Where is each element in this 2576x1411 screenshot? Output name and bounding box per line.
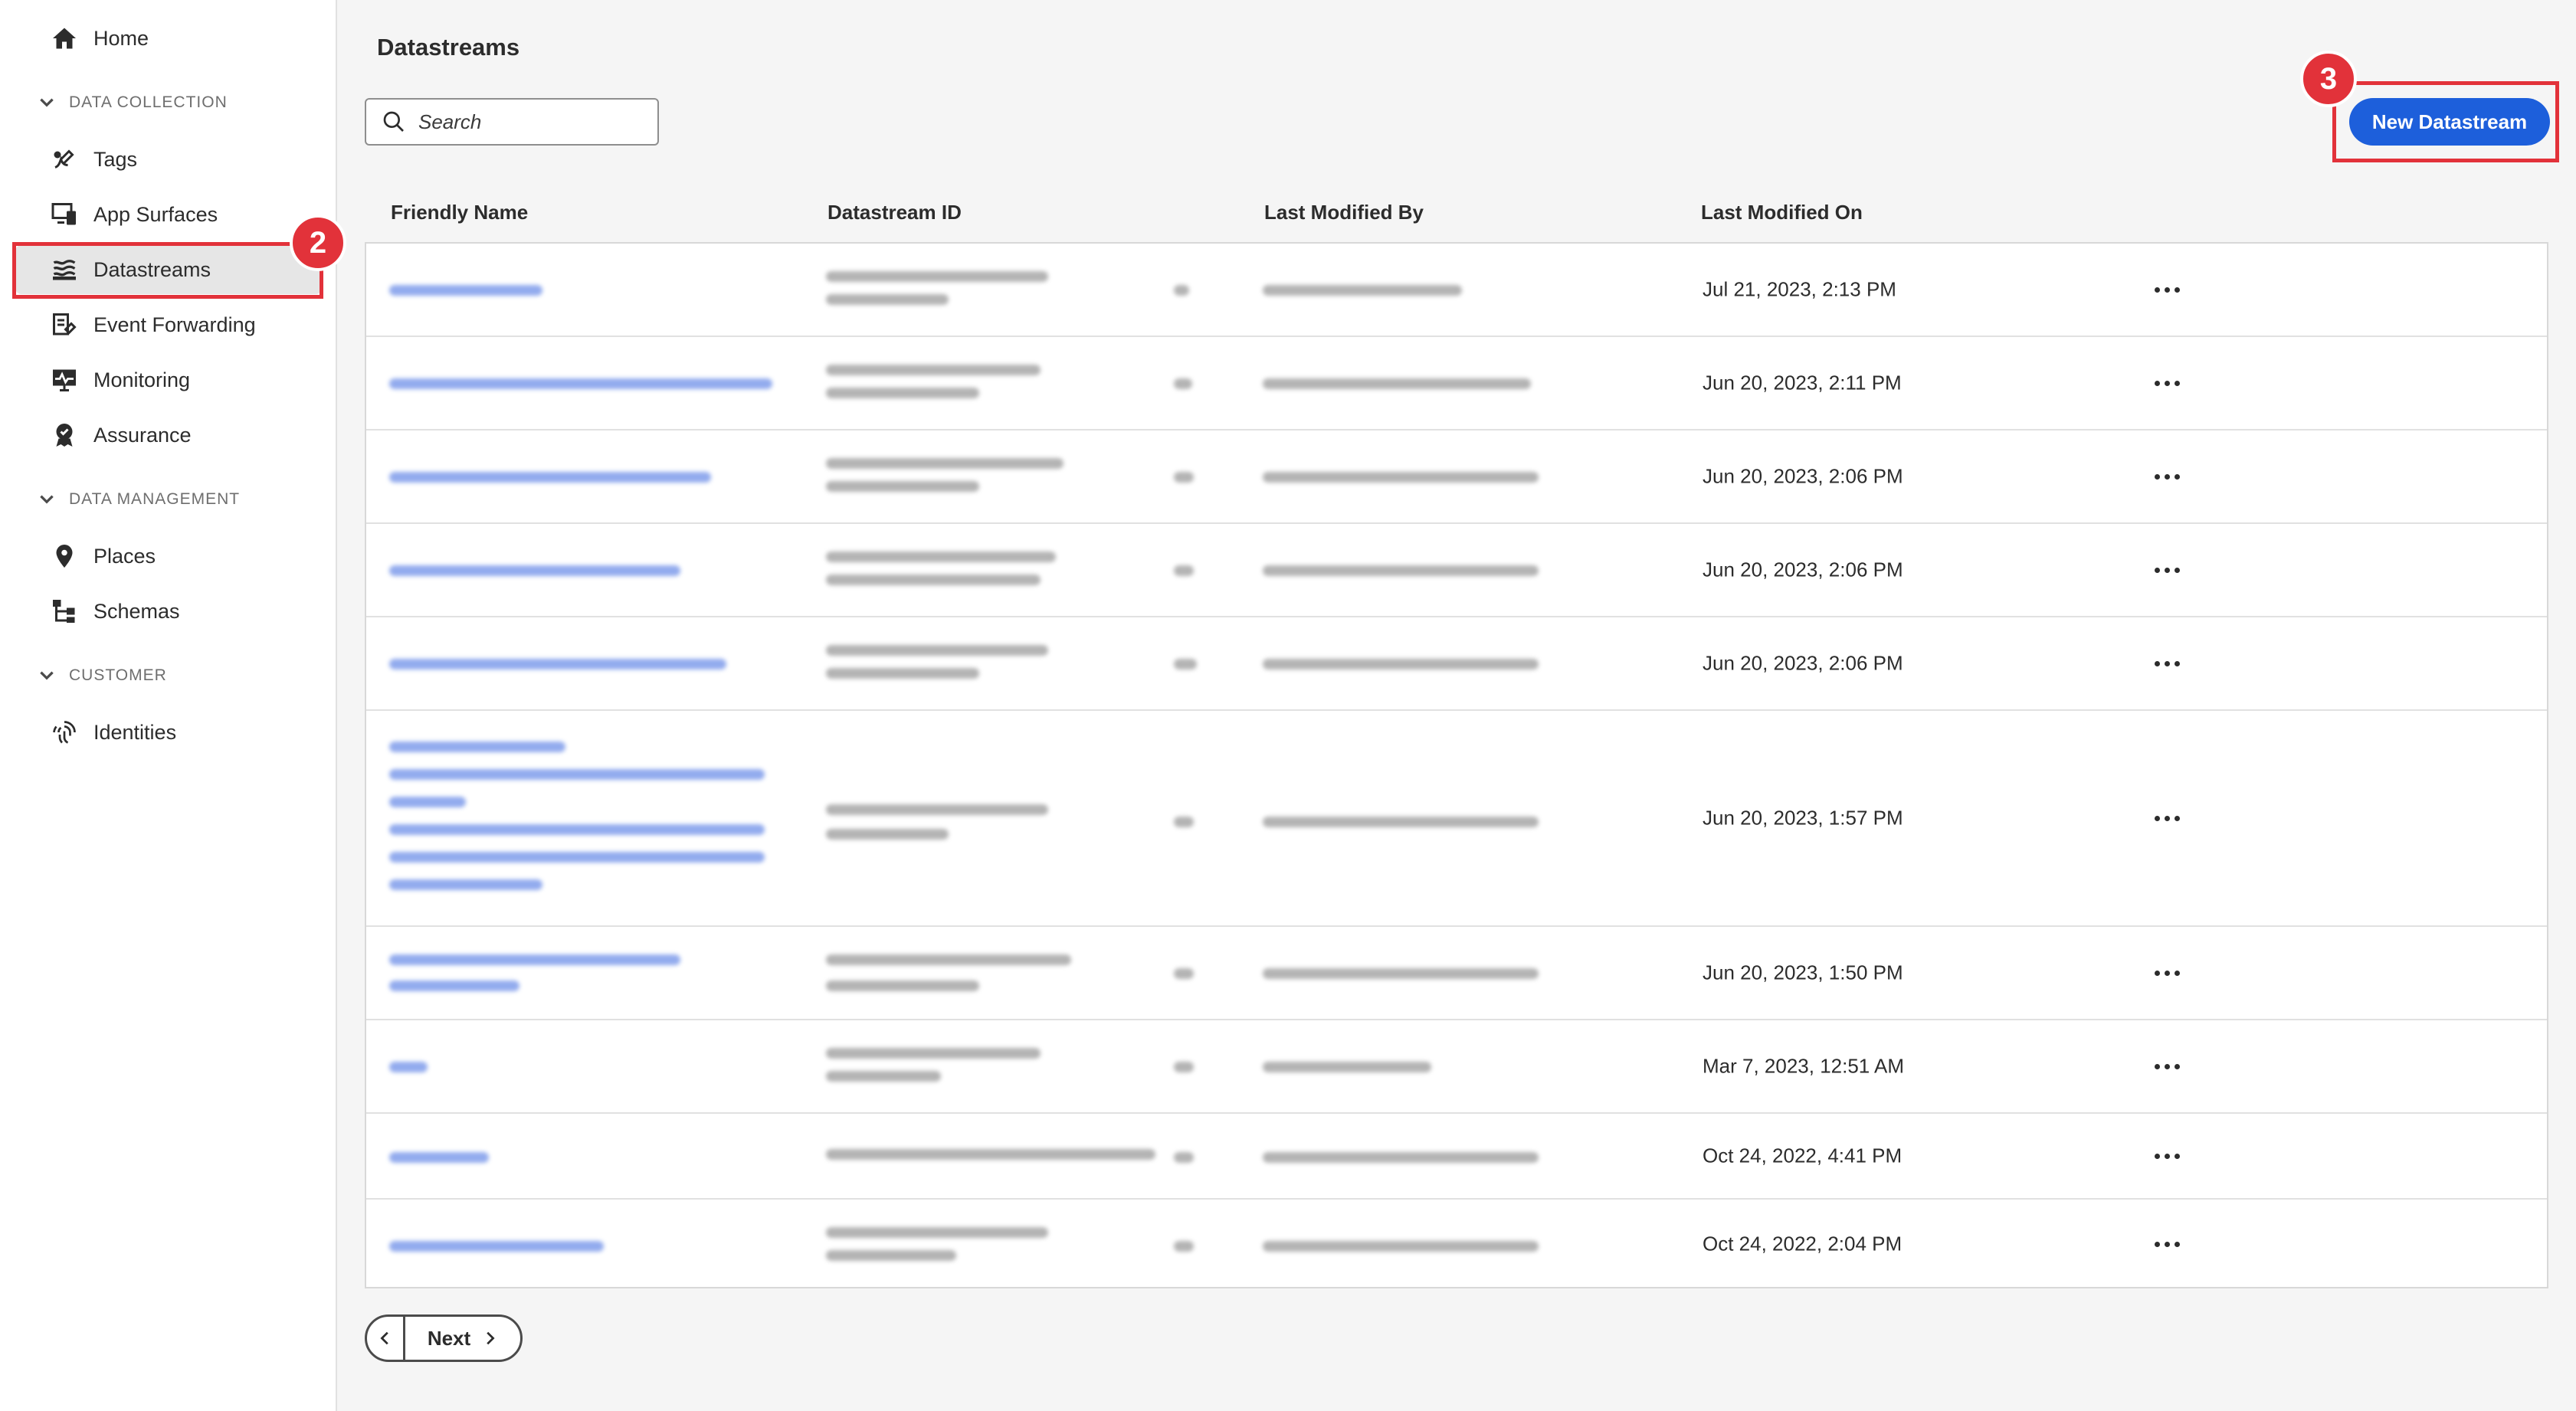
search-field[interactable] (365, 98, 659, 146)
chevron-down-icon (40, 671, 54, 680)
more-actions-button[interactable] (2144, 1229, 2190, 1259)
tag-icon (49, 144, 80, 175)
section-data-management-label: DATA MANAGEMENT (69, 490, 241, 508)
home-icon (49, 23, 80, 54)
device-icon (49, 199, 80, 230)
column-last-modified-on[interactable]: Last Modified On (1701, 201, 1863, 224)
chevron-right-icon (487, 1331, 495, 1345)
more-actions-button[interactable] (2144, 368, 2190, 398)
sidebar-item-places-label: Places (93, 544, 156, 568)
modified-on-cell: Jun 20, 2023, 2:06 PM (1703, 464, 1903, 488)
sidebar-item-event-forwarding[interactable]: Event Forwarding (15, 300, 322, 349)
table-row[interactable]: Oct 24, 2022, 4:41 PM (366, 1114, 2547, 1200)
section-data-collection[interactable]: DATA COLLECTION (37, 87, 228, 118)
sidebar-item-schemas-label: Schemas (93, 599, 180, 623)
page-title: Datastreams (377, 34, 520, 61)
column-datastream-id[interactable]: Datastream ID (828, 201, 962, 224)
previous-page-button[interactable] (367, 1317, 405, 1360)
modified-on-cell: Mar 7, 2023, 12:51 AM (1703, 1054, 1905, 1078)
badge-icon (49, 420, 80, 450)
search-icon (383, 111, 404, 132)
sidebar-item-places[interactable]: Places (15, 532, 322, 581)
sidebar-item-tags[interactable]: Tags (15, 135, 322, 184)
table-row[interactable]: Jun 20, 2023, 2:06 PM (366, 431, 2547, 524)
search-input[interactable] (417, 109, 642, 135)
chevron-down-icon (40, 98, 54, 107)
section-data-collection-label: DATA COLLECTION (69, 93, 228, 111)
section-customer-label: CUSTOMER (69, 666, 167, 684)
column-friendly-name[interactable]: Friendly Name (391, 201, 528, 224)
event-forwarding-icon (49, 309, 80, 340)
chevron-down-icon (40, 495, 54, 504)
sidebar-item-app-surfaces-label: App Surfaces (93, 202, 218, 226)
monitor-icon (49, 365, 80, 395)
sidebar-item-schemas[interactable]: Schemas (15, 587, 322, 636)
next-page-label: Next (427, 1326, 471, 1350)
modified-on-cell: Oct 24, 2022, 4:41 PM (1703, 1144, 1903, 1167)
section-data-management[interactable]: DATA MANAGEMENT (37, 484, 240, 515)
sidebar-item-assurance[interactable]: Assurance (15, 411, 322, 460)
sidebar-item-monitoring[interactable]: Monitoring (15, 355, 322, 404)
sidebar-item-tags-label: Tags (93, 147, 138, 171)
sidebar-item-monitoring-label: Monitoring (93, 368, 191, 391)
sidebar: Home DATA COLLECTION Tags App Surfaces D… (0, 0, 337, 1411)
table-row[interactable]: Oct 24, 2022, 2:04 PM (366, 1200, 2547, 1288)
more-actions-button[interactable] (2144, 274, 2190, 305)
table-row[interactable]: Jun 20, 2023, 2:11 PM (366, 337, 2547, 431)
column-last-modified-by[interactable]: Last Modified By (1264, 201, 1424, 224)
schema-icon (49, 596, 80, 627)
table-row[interactable]: Jul 21, 2023, 2:13 PM (366, 244, 2547, 337)
nav-home[interactable]: Home (15, 14, 322, 63)
table-row[interactable]: Jun 20, 2023, 2:06 PM (366, 617, 2547, 711)
table-row[interactable]: Jun 20, 2023, 1:57 PM (366, 711, 2547, 927)
fingerprint-icon (49, 717, 80, 748)
modified-on-cell: Jun 20, 2023, 1:50 PM (1703, 961, 1903, 984)
modified-on-cell: Jul 21, 2023, 2:13 PM (1703, 277, 1896, 301)
next-page-button[interactable]: Next (405, 1327, 520, 1350)
sidebar-item-identities-label: Identities (93, 720, 177, 744)
table-row[interactable]: Jun 20, 2023, 2:06 PM (366, 524, 2547, 617)
nav-home-label: Home (93, 26, 149, 50)
modified-on-cell: Oct 24, 2022, 2:04 PM (1703, 1232, 1903, 1255)
more-actions-button[interactable] (2144, 648, 2190, 679)
sidebar-item-assurance-label: Assurance (93, 423, 192, 447)
table-header: Friendly Name Datastream ID Last Modifie… (365, 184, 2548, 242)
sidebar-item-event-forwarding-label: Event Forwarding (93, 313, 256, 336)
pagination: Next (365, 1314, 523, 1362)
modified-on-cell: Jun 20, 2023, 2:06 PM (1703, 558, 1903, 581)
datastreams-table: Jul 21, 2023, 2:13 PM Jun 20, 2023, 2:11… (365, 242, 2548, 1288)
modified-on-cell: Jun 20, 2023, 1:57 PM (1703, 806, 1903, 830)
modified-on-cell: Jun 20, 2023, 2:11 PM (1703, 371, 1902, 394)
table-row[interactable]: Jun 20, 2023, 1:50 PM (366, 927, 2547, 1020)
callout-number-3: 3 (2300, 51, 2357, 107)
callout-highlight-datastreams (12, 242, 323, 299)
location-pin-icon (49, 541, 80, 571)
more-actions-button[interactable] (2144, 1051, 2190, 1082)
more-actions-button[interactable] (2144, 1141, 2190, 1171)
more-actions-button[interactable] (2144, 555, 2190, 585)
sidebar-item-identities[interactable]: Identities (15, 708, 322, 757)
more-actions-button[interactable] (2144, 958, 2190, 988)
more-actions-button[interactable] (2144, 461, 2190, 492)
callout-number-2: 2 (290, 214, 346, 271)
modified-on-cell: Jun 20, 2023, 2:06 PM (1703, 651, 1903, 675)
callout-highlight-new-datastream (2332, 81, 2559, 162)
chevron-left-icon (379, 1331, 388, 1345)
sidebar-item-app-surfaces[interactable]: App Surfaces (15, 190, 322, 239)
table-row[interactable]: Mar 7, 2023, 12:51 AM (366, 1020, 2547, 1114)
more-actions-button[interactable] (2144, 803, 2190, 833)
section-customer[interactable]: CUSTOMER (37, 660, 167, 691)
